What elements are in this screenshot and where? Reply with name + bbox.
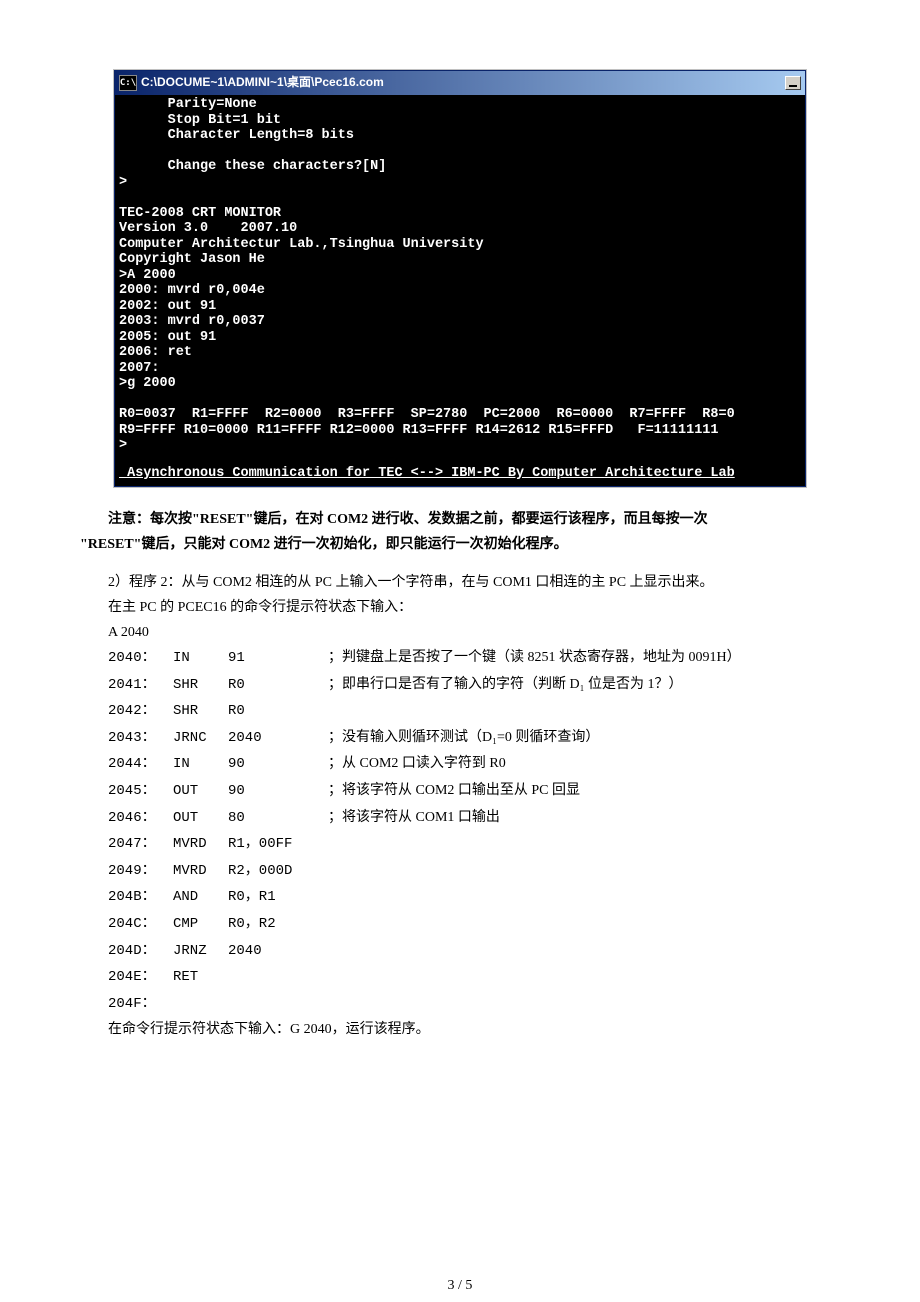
code-address: 2041： bbox=[108, 672, 173, 699]
code-comment bbox=[328, 991, 840, 1018]
code-op: MVRD bbox=[173, 858, 228, 885]
code-op: RET bbox=[173, 964, 228, 991]
code-address: 2049： bbox=[108, 858, 173, 885]
code-arg: R0 bbox=[228, 698, 328, 725]
window-titlebar: C:\ C:\DOCUME~1\ADMINI~1\桌面\Pcec16.com bbox=[115, 71, 805, 95]
code-address: 204F： bbox=[108, 991, 173, 1018]
code-comment: ；将该字符从 COM2 口输出至从 PC 回显 bbox=[328, 778, 840, 805]
page-number: 3 / 5 bbox=[80, 1273, 840, 1298]
code-address: 2044： bbox=[108, 751, 173, 778]
terminal-window: C:\ C:\DOCUME~1\ADMINI~1\桌面\Pcec16.com P… bbox=[114, 70, 806, 487]
code-op: CMP bbox=[173, 911, 228, 938]
code-address: 2043： bbox=[108, 725, 173, 752]
code-address: 2047： bbox=[108, 831, 173, 858]
code-op: JRNZ bbox=[173, 938, 228, 965]
code-row: 2040：IN91；判键盘上是否按了一个键（读 8251 状态寄存器，地址为 0… bbox=[108, 645, 840, 672]
code-row: 2047：MVRDR1，00FF bbox=[108, 831, 840, 858]
code-address: 204E： bbox=[108, 964, 173, 991]
code-op bbox=[173, 991, 228, 1018]
notice-paragraph: 注意：每次按"RESET"键后，在对 COM2 进行收、发数据之前，都要运行该程… bbox=[80, 507, 840, 557]
code-address: 204D： bbox=[108, 938, 173, 965]
program2-intro1: 2）程序 2：从与 COM2 相连的从 PC 上输入一个字符串，在与 COM1 … bbox=[108, 570, 840, 595]
minimize-button[interactable] bbox=[785, 76, 801, 90]
code-op: JRNC bbox=[173, 725, 228, 752]
code-op: SHR bbox=[173, 672, 228, 699]
window-title: C:\DOCUME~1\ADMINI~1\桌面\Pcec16.com bbox=[141, 72, 785, 94]
code-arg: 91 bbox=[228, 645, 328, 672]
code-arg: 80 bbox=[228, 805, 328, 832]
code-row: 2042：SHRR0 bbox=[108, 698, 840, 725]
code-row: 2044：IN90；从 COM2 口读入字符到 R0 bbox=[108, 751, 840, 778]
code-arg: 2040 bbox=[228, 725, 328, 752]
code-comment bbox=[328, 884, 840, 911]
code-row: 204B：ANDR0，R1 bbox=[108, 884, 840, 911]
code-arg: R0 bbox=[228, 672, 328, 699]
code-op: IN bbox=[173, 645, 228, 672]
code-arg: 90 bbox=[228, 751, 328, 778]
program2-intro2: 在主 PC 的 PCEC16 的命令行提示符状态下输入： bbox=[108, 595, 840, 620]
document-page: C:\ C:\DOCUME~1\ADMINI~1\桌面\Pcec16.com P… bbox=[0, 0, 920, 1200]
code-row: 204C：CMPR0，R2 bbox=[108, 911, 840, 938]
code-arg bbox=[228, 964, 328, 991]
code-arg bbox=[228, 991, 328, 1018]
code-comment bbox=[328, 858, 840, 885]
code-address: 2045： bbox=[108, 778, 173, 805]
code-op: MVRD bbox=[173, 831, 228, 858]
code-comment: ；将该字符从 COM1 口输出 bbox=[328, 805, 840, 832]
code-op: AND bbox=[173, 884, 228, 911]
code-comment bbox=[328, 938, 840, 965]
code-row: 2049：MVRDR2，000D bbox=[108, 858, 840, 885]
code-comment bbox=[328, 911, 840, 938]
code-op: OUT bbox=[173, 778, 228, 805]
code-comment bbox=[328, 831, 840, 858]
code-comment: ；没有输入则循环测试（D₁=0 则循环查询） bbox=[328, 725, 840, 752]
run-instruction: 在命令行提示符状态下输入：G 2040，运行该程序。 bbox=[108, 1017, 840, 1042]
code-comment: ；即串行口是否有了输入的字符（判断 D₁ 位是否为 1？） bbox=[328, 672, 840, 699]
code-op: SHR bbox=[173, 698, 228, 725]
code-row: 204F： bbox=[108, 991, 840, 1018]
code-op: IN bbox=[173, 751, 228, 778]
cmd-icon: C:\ bbox=[119, 75, 137, 91]
code-row: 2046：OUT80；将该字符从 COM1 口输出 bbox=[108, 805, 840, 832]
code-address: 2040： bbox=[108, 645, 173, 672]
code-op: OUT bbox=[173, 805, 228, 832]
terminal-footer: Asynchronous Communication for TEC <--> … bbox=[115, 456, 805, 486]
code-address: 2042： bbox=[108, 698, 173, 725]
code-arg: R2，000D bbox=[228, 858, 328, 885]
code-arg: 90 bbox=[228, 778, 328, 805]
code-listing: 2040：IN91；判键盘上是否按了一个键（读 8251 状态寄存器，地址为 0… bbox=[80, 645, 840, 1017]
code-row: 204D：JRNZ2040 bbox=[108, 938, 840, 965]
program2-start: A 2040 bbox=[108, 620, 840, 645]
code-comment: ；从 COM2 口读入字符到 R0 bbox=[328, 751, 840, 778]
code-address: 204C： bbox=[108, 911, 173, 938]
terminal-output: Parity=None Stop Bit=1 bit Character Len… bbox=[115, 95, 805, 456]
code-comment bbox=[328, 964, 840, 991]
code-comment: ；判键盘上是否按了一个键（读 8251 状态寄存器，地址为 0091H） bbox=[328, 645, 840, 672]
code-arg: R0，R1 bbox=[228, 884, 328, 911]
code-address: 204B： bbox=[108, 884, 173, 911]
notice-line2: "RESET"键后，只能对 COM2 进行一次初始化，即只能运行一次初始化程序。 bbox=[80, 537, 568, 552]
code-row: 2041：SHRR0；即串行口是否有了输入的字符（判断 D₁ 位是否为 1？） bbox=[108, 672, 840, 699]
code-address: 2046： bbox=[108, 805, 173, 832]
code-arg: 2040 bbox=[228, 938, 328, 965]
code-row: 2043：JRNC2040；没有输入则循环测试（D₁=0 则循环查询） bbox=[108, 725, 840, 752]
code-row: 204E：RET bbox=[108, 964, 840, 991]
code-arg: R1，00FF bbox=[228, 831, 328, 858]
code-comment bbox=[328, 698, 840, 725]
code-arg: R0，R2 bbox=[228, 911, 328, 938]
code-row: 2045：OUT90；将该字符从 COM2 口输出至从 PC 回显 bbox=[108, 778, 840, 805]
notice-line1: 注意：每次按"RESET"键后，在对 COM2 进行收、发数据之前，都要运行该程… bbox=[108, 512, 708, 527]
